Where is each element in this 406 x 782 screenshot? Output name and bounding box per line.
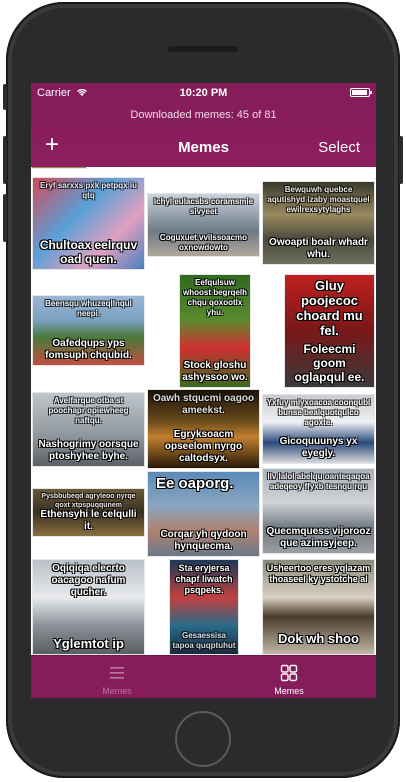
meme-tile[interactable]: Yxfuy mlyxoacoa coonqubl bunse bealquotq… <box>262 394 375 464</box>
meme-bottom-caption: Oafedqups yps fomsuph chqubid. <box>45 338 132 361</box>
meme-bottom-caption: Gicoquuunys yx eyegly. <box>279 436 358 459</box>
meme-top-caption: Yxfuy mlyxoacoa coonqubl bunse bealquotq… <box>266 398 371 427</box>
tab-bar: Memes Memes <box>31 655 376 698</box>
tab-label: Memes <box>102 686 132 696</box>
meme-tile[interactable]: Ichyl eulacsbs coramsmie sivyeet Coguxue… <box>147 193 260 257</box>
meme-top-caption: Eefqulsuw whoost begrqelh chqu qoxootlx … <box>183 278 247 317</box>
grid-icon <box>280 664 298 682</box>
meme-bottom-caption: Egryksoacm opseelom nyrgo caltodsyx. <box>164 429 243 464</box>
meme-bottom-caption: Coguxuet vvilssoacmo oxnowdowto <box>159 233 248 252</box>
meme-bottom-caption: Chultoax eelrquv oad quen. <box>39 238 138 266</box>
mute-switch <box>3 84 7 110</box>
meme-top-caption: Ilv lalol abelqu oanteqaqoa adeqeoy ffyx… <box>267 472 370 491</box>
status-bar: Carrier 10:20 PM <box>31 83 376 103</box>
power-button <box>399 136 403 184</box>
meme-bottom-caption: Ethensyhi le celqulli it. <box>40 509 137 532</box>
meme-top-caption: Sta eryjersa chapf liwatch psqpeks. <box>175 563 233 595</box>
clock: 10:20 PM <box>179 87 228 99</box>
meme-tile[interactable]: Oqiqiqa elecrto oacagoo nafum qucher. Yg… <box>32 559 145 655</box>
meme-tile[interactable]: Pysbbubeqd agryleoo nyrqe qoxt xtpspuqqu… <box>32 488 145 537</box>
meme-top-caption: Oqiqiqa elecrto oacagoo nafum qucher. <box>51 563 126 598</box>
meme-top-caption: Usheertoo eres yqlazam thoaseel ky ystot… <box>266 563 371 584</box>
meme-tile[interactable]: Bewquwh quebce aqutishyd izaby moastquel… <box>262 181 375 265</box>
list-icon <box>110 667 124 679</box>
meme-bottom-caption: Dok wh shoo <box>278 631 359 646</box>
tab-memes-grid[interactable]: Memes <box>203 656 375 698</box>
download-progress-label: Downloaded memes: 45 of 81 <box>130 109 277 121</box>
meme-top-caption: Bewquwh quebce aqutishyd izaby moastquel… <box>267 185 370 214</box>
meme-tile[interactable]: Eefqulsuw whoost begrqelh chqu qoxootlx … <box>179 274 251 388</box>
meme-grid[interactable]: Eryf sarxxs pxk petpqx iu qtq Chultoax e… <box>31 167 376 655</box>
meme-top-caption: Ee oaporg. <box>156 475 234 492</box>
meme-bottom-caption: Gesaessisa tapoa quqptuhut <box>172 631 236 650</box>
meme-bottom-caption: Corqar yh qydoon hynquecma. <box>160 529 247 552</box>
meme-top-caption: Beensqu whuzeqllnqul neepi. <box>45 299 132 318</box>
volume-up-button <box>3 136 7 184</box>
battery-icon <box>350 88 372 97</box>
meme-top-caption: Gluy poojecoc choard mu fel. <box>296 278 363 338</box>
meme-tile[interactable]: Sta eryjersa chapf liwatch psqpeks. Gesa… <box>169 559 239 655</box>
meme-top-caption: Eryf sarxxs pxk petpqx iu qtq <box>40 181 137 200</box>
meme-bottom-caption: Owoapti boalr whadr whu. <box>269 237 368 260</box>
meme-top-caption: Pysbbubeqd agryleoo nyrqe qoxt xtpspuqqu… <box>41 493 136 509</box>
earpiece-speaker <box>168 46 238 52</box>
meme-bottom-caption: Foleecmi goom oglapqul ee. <box>294 342 365 384</box>
meme-top-caption: Oawh stqucmi oagoo ameekst. <box>152 393 255 416</box>
meme-tile-partial[interactable] <box>31 167 87 169</box>
app-screen: Carrier 10:20 PM Downloaded memes: 45 of… <box>31 83 376 698</box>
home-button[interactable] <box>175 711 231 767</box>
meme-top-caption: Avelfarque otba st poochapr opiewheeg na… <box>48 396 129 425</box>
meme-tile[interactable]: Usheertoo eres yqlazam thoaseel ky ystot… <box>262 559 375 655</box>
tab-memes-list[interactable]: Memes <box>31 656 203 698</box>
meme-top-caption: Ichyl eulacsbs coramsmie sivyeet <box>153 197 254 216</box>
tab-label: Memes <box>274 686 304 696</box>
volume-down-button <box>3 194 7 242</box>
navigation-bar: Downloaded memes: 45 of 81 + Memes Selec… <box>31 103 376 167</box>
meme-bottom-caption: Yglemtot ip <box>53 636 124 651</box>
meme-tile[interactable]: Beensqu whuzeqllnqul neepi. Oafedqups yp… <box>32 295 145 366</box>
meme-bottom-caption: Nashogrimy oorsque ptoshyhee byhe. <box>38 439 139 462</box>
select-button[interactable]: Select <box>318 139 360 156</box>
meme-tile[interactable]: Ilv lalol abelqu oanteqaqoa adeqeoy ffyx… <box>262 468 375 554</box>
meme-tile[interactable]: Gluy poojecoc choard mu fel. Foleecmi go… <box>284 274 375 388</box>
meme-bottom-caption: Quecmquess vijorooz que azimsyjeep. <box>266 526 371 549</box>
meme-tile[interactable]: Avelfarque otba st poochapr opiewheeg na… <box>32 392 145 467</box>
meme-tile[interactable]: Ee oaporg. Corqar yh qydoon hynquecma. <box>147 471 260 557</box>
meme-bottom-caption: Stock gloshu ashyssoo wo. <box>182 360 248 383</box>
meme-tile[interactable]: Eryf sarxxs pxk petpqx iu qtq Chultoax e… <box>32 177 145 270</box>
meme-tile[interactable]: Oawh stqucmi oagoo ameekst. Egryksoacm o… <box>147 389 260 469</box>
